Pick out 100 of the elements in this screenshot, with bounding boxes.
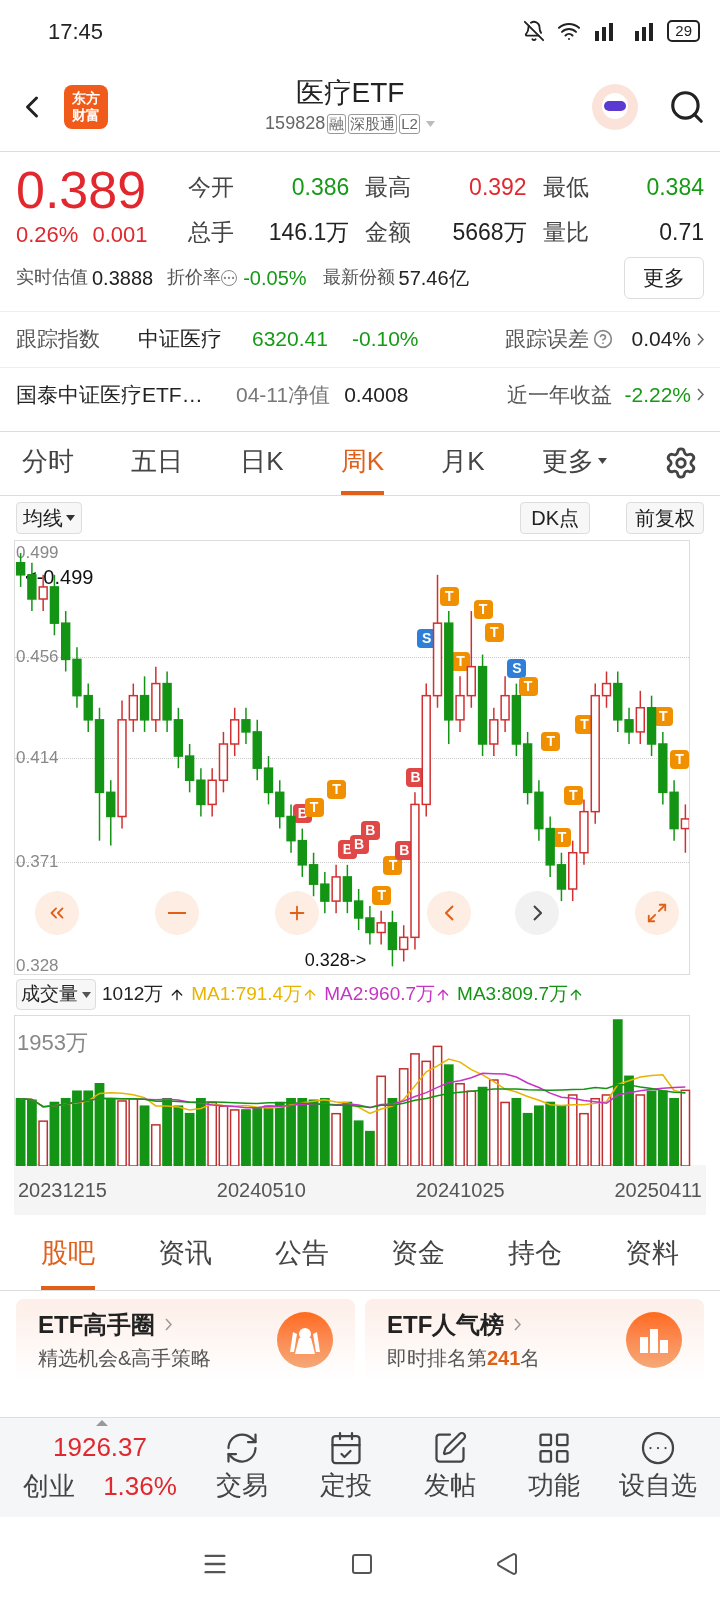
more-icon bbox=[640, 1429, 676, 1466]
app-logo: 东方 财富 bbox=[64, 84, 108, 129]
fund-tag: 融 bbox=[327, 113, 347, 134]
fund-name: 国泰中证医疗ETF… bbox=[16, 381, 204, 408]
price-axis-label: 0.456 bbox=[16, 646, 59, 667]
candle bbox=[320, 870, 330, 914]
moving-average-value: MA2:960.7万 bbox=[324, 982, 436, 1007]
candle bbox=[669, 779, 679, 841]
candle bbox=[545, 815, 555, 878]
card-title: ETF人气榜 bbox=[387, 1309, 505, 1340]
period-tab[interactable]: 分时 bbox=[22, 431, 74, 495]
return-value: -2.22% bbox=[624, 381, 691, 408]
stat-value: 146.1万 bbox=[268, 217, 350, 247]
volume-bar bbox=[49, 1101, 60, 1166]
volume-bar bbox=[15, 1097, 26, 1166]
candle bbox=[331, 863, 341, 914]
section-tab[interactable]: 资讯 bbox=[158, 1220, 212, 1290]
card-title: ETF高手圈 bbox=[38, 1309, 156, 1340]
home-icon[interactable] bbox=[350, 1552, 374, 1577]
nav-value: 0.4008 bbox=[344, 381, 409, 408]
period-tab[interactable]: 五日 bbox=[131, 431, 184, 495]
chevron-right-icon bbox=[532, 904, 542, 921]
candle bbox=[275, 779, 285, 829]
rewind-button[interactable] bbox=[35, 890, 79, 935]
battery-level: 29 bbox=[667, 20, 700, 42]
nav-item[interactable]: 交易 bbox=[190, 1429, 294, 1505]
fund-title: 医疗ETF bbox=[295, 76, 405, 110]
nav-item[interactable]: 发帖 bbox=[398, 1429, 502, 1505]
more-button[interactable]: 更多 bbox=[624, 257, 704, 299]
volume-max-label: 1953万 bbox=[17, 1028, 88, 1057]
dk-signal-marker: T bbox=[439, 586, 459, 606]
candle bbox=[500, 675, 510, 733]
candle bbox=[286, 803, 296, 853]
period-tab[interactable]: 周K bbox=[340, 431, 385, 495]
section-tab[interactable]: 资料 bbox=[624, 1220, 679, 1290]
dk-signal-marker: T bbox=[473, 600, 493, 620]
minus-icon bbox=[168, 911, 186, 914]
candle bbox=[365, 904, 375, 945]
tracking-percent: -0.10% bbox=[352, 326, 419, 353]
moving-average-value: MA3:809.7万 bbox=[457, 982, 568, 1007]
moving-average-dropdown[interactable]: 均线 bbox=[16, 501, 82, 534]
dk-signal-marker: T bbox=[541, 732, 561, 751]
previous-button[interactable] bbox=[427, 890, 471, 935]
nav-label: 04-11净值 bbox=[236, 381, 331, 408]
nav-item[interactable]: 设自选 bbox=[606, 1429, 710, 1505]
stat-label: 金额 bbox=[365, 217, 412, 247]
fullscreen-button[interactable] bbox=[635, 890, 679, 935]
volume-bar bbox=[534, 1104, 544, 1166]
zoom-in-button[interactable] bbox=[275, 890, 319, 935]
candle bbox=[72, 646, 82, 708]
help-icon[interactable] bbox=[593, 329, 614, 349]
moving-average-value: MA1:791.4万 bbox=[191, 982, 303, 1007]
dk-signal-marker: T bbox=[372, 886, 392, 906]
return-label: 近一年收益 bbox=[507, 381, 613, 408]
dk-point-button[interactable]: DK点 bbox=[520, 501, 590, 534]
candle bbox=[139, 675, 150, 733]
stat-label: 总手 bbox=[188, 217, 234, 247]
chevron-right-icon bbox=[514, 1318, 522, 1331]
volume-bar bbox=[105, 1097, 116, 1166]
candle bbox=[534, 779, 544, 841]
stat-label: 最低 bbox=[542, 173, 589, 202]
candle bbox=[230, 706, 240, 757]
fund-tag: 深股通 bbox=[348, 113, 398, 134]
section-tab[interactable]: 持仓 bbox=[507, 1220, 562, 1290]
price-adjust-button[interactable]: 前复权 bbox=[626, 501, 704, 534]
volume-bar bbox=[297, 1097, 308, 1166]
next-button[interactable] bbox=[515, 890, 559, 935]
candle bbox=[61, 609, 71, 672]
dropdown-caret-icon bbox=[82, 991, 91, 998]
candle bbox=[297, 827, 307, 878]
volume-bar bbox=[545, 1101, 556, 1166]
section-tab[interactable]: 股吧 bbox=[41, 1220, 96, 1290]
volume-bar bbox=[286, 1097, 296, 1166]
price-axis-label: 0.414 bbox=[16, 748, 59, 768]
stat-value: 0.384 bbox=[646, 173, 704, 202]
nav-item[interactable]: 定投 bbox=[294, 1429, 398, 1505]
expand-caret-icon[interactable] bbox=[96, 1420, 108, 1426]
current-price: 0.389 bbox=[16, 162, 148, 218]
candle bbox=[646, 694, 657, 757]
back-nav-icon[interactable] bbox=[495, 1552, 520, 1577]
period-tab[interactable]: 更多 bbox=[541, 431, 607, 495]
date-axis-label: 20250411 bbox=[614, 1177, 702, 1203]
stat-label: 最高 bbox=[365, 173, 412, 202]
section-tab[interactable]: 公告 bbox=[274, 1220, 329, 1290]
change-amount: 0.001 bbox=[92, 221, 148, 249]
candle bbox=[218, 730, 229, 793]
stat-value: 0.71 bbox=[659, 217, 704, 247]
volume-bar bbox=[263, 1104, 274, 1166]
index-value: 1926.37 bbox=[53, 1431, 147, 1464]
section-tab[interactable]: 资金 bbox=[391, 1220, 446, 1290]
price-axis-label: 0.499 bbox=[16, 542, 59, 563]
signal-icon bbox=[593, 21, 656, 41]
period-tab[interactable]: 月K bbox=[441, 431, 485, 495]
tracking-value: 6320.41 bbox=[252, 326, 329, 353]
discount-label: 折价率 bbox=[167, 266, 222, 290]
nav-item[interactable]: 功能 bbox=[502, 1429, 606, 1505]
period-tab[interactable]: 日K bbox=[240, 431, 284, 495]
tracking-error-label: 跟踪误差 bbox=[505, 326, 590, 353]
date-axis-label: 20241025 bbox=[415, 1177, 505, 1203]
volume-dropdown[interactable]: 成交量 bbox=[16, 979, 96, 1010]
